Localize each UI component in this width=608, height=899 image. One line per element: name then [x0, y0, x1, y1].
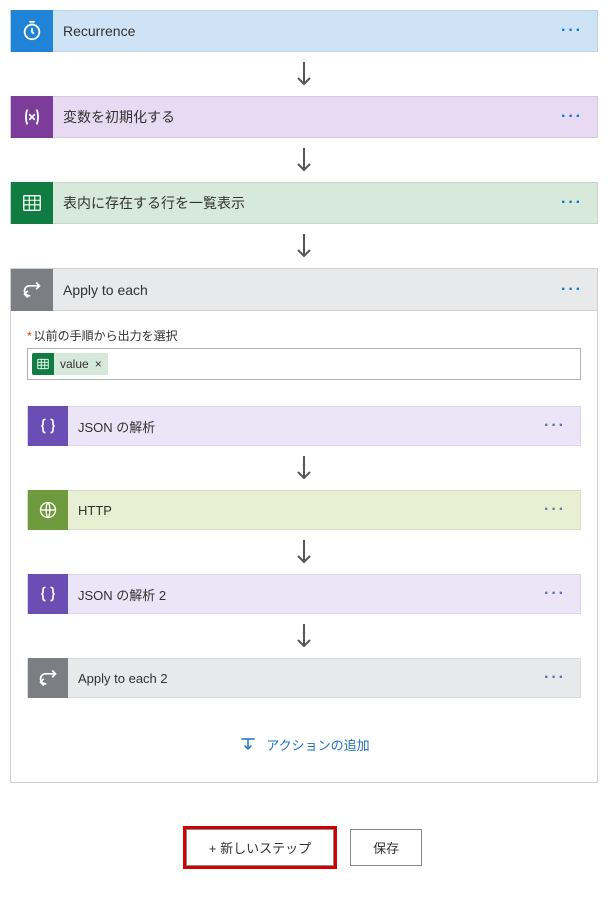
step-menu-button[interactable]: ···: [530, 501, 580, 519]
add-action-button[interactable]: アクションの追加: [238, 734, 369, 754]
json-icon: [28, 574, 68, 614]
step-menu-button[interactable]: ···: [547, 22, 597, 40]
step-title: JSON の解析: [68, 417, 530, 436]
step-recurrence[interactable]: Recurrence ···: [10, 10, 598, 52]
arrow-down-icon: [294, 146, 314, 174]
loop-body: 以前の手順から出力を選択 value × JSON の解析 ···: [11, 311, 597, 782]
loop-icon: [28, 658, 68, 698]
token-label: value: [60, 357, 89, 371]
step-excel-list-rows[interactable]: 表内に存在する行を一覧表示 ···: [10, 182, 598, 224]
value-token: value ×: [32, 353, 108, 375]
step-title: Apply to each 2: [68, 671, 530, 686]
step-title: HTTP: [68, 503, 530, 518]
output-select-input[interactable]: value ×: [27, 348, 581, 380]
token-remove-button[interactable]: ×: [95, 357, 102, 371]
arrow-down-icon: [294, 622, 314, 650]
step-parse-json-1[interactable]: JSON の解析 ···: [27, 406, 581, 446]
arrow-down-icon: [294, 60, 314, 88]
flow-canvas: Recurrence ··· 変数を初期化する ··· 表内に存在する行を一覧表…: [10, 10, 598, 866]
step-menu-button[interactable]: ···: [530, 585, 580, 603]
excel-icon: [32, 353, 54, 375]
excel-icon: [11, 182, 53, 224]
step-menu-button[interactable]: ···: [547, 108, 597, 126]
step-menu-button[interactable]: ···: [547, 281, 597, 299]
step-http[interactable]: HTTP ···: [27, 490, 581, 530]
step-initialize-variable[interactable]: 変数を初期化する ···: [10, 96, 598, 138]
arrow-down-icon: [294, 454, 314, 482]
step-title: 表内に存在する行を一覧表示: [53, 193, 547, 213]
step-menu-button[interactable]: ···: [530, 417, 580, 435]
step-parse-json-2[interactable]: JSON の解析 2 ···: [27, 574, 581, 614]
save-button[interactable]: 保存: [350, 829, 422, 866]
add-action-icon: [238, 734, 258, 754]
json-icon: [28, 406, 68, 446]
step-menu-button[interactable]: ···: [547, 194, 597, 212]
step-apply-to-each-2[interactable]: Apply to each 2 ···: [27, 658, 581, 698]
step-menu-button[interactable]: ···: [530, 669, 580, 687]
output-select-label: 以前の手順から出力を選択: [27, 327, 178, 344]
loop-icon: [11, 269, 53, 311]
step-apply-to-each[interactable]: Apply to each ···: [11, 269, 597, 311]
variable-icon: [11, 96, 53, 138]
arrow-down-icon: [294, 232, 314, 260]
add-action-label: アクションの追加: [266, 735, 369, 754]
arrow-down-icon: [294, 538, 314, 566]
clock-icon: [11, 10, 53, 52]
step-title: JSON の解析 2: [68, 585, 530, 604]
new-step-button[interactable]: + 新しいステップ: [186, 829, 334, 866]
step-title: Apply to each: [53, 282, 547, 298]
globe-icon: [28, 490, 68, 530]
step-title: Recurrence: [53, 23, 547, 39]
apply-to-each-container: Apply to each ··· 以前の手順から出力を選択 value ×: [10, 268, 598, 783]
footer-buttons: + 新しいステップ 保存: [10, 829, 598, 866]
step-title: 変数を初期化する: [53, 107, 547, 127]
